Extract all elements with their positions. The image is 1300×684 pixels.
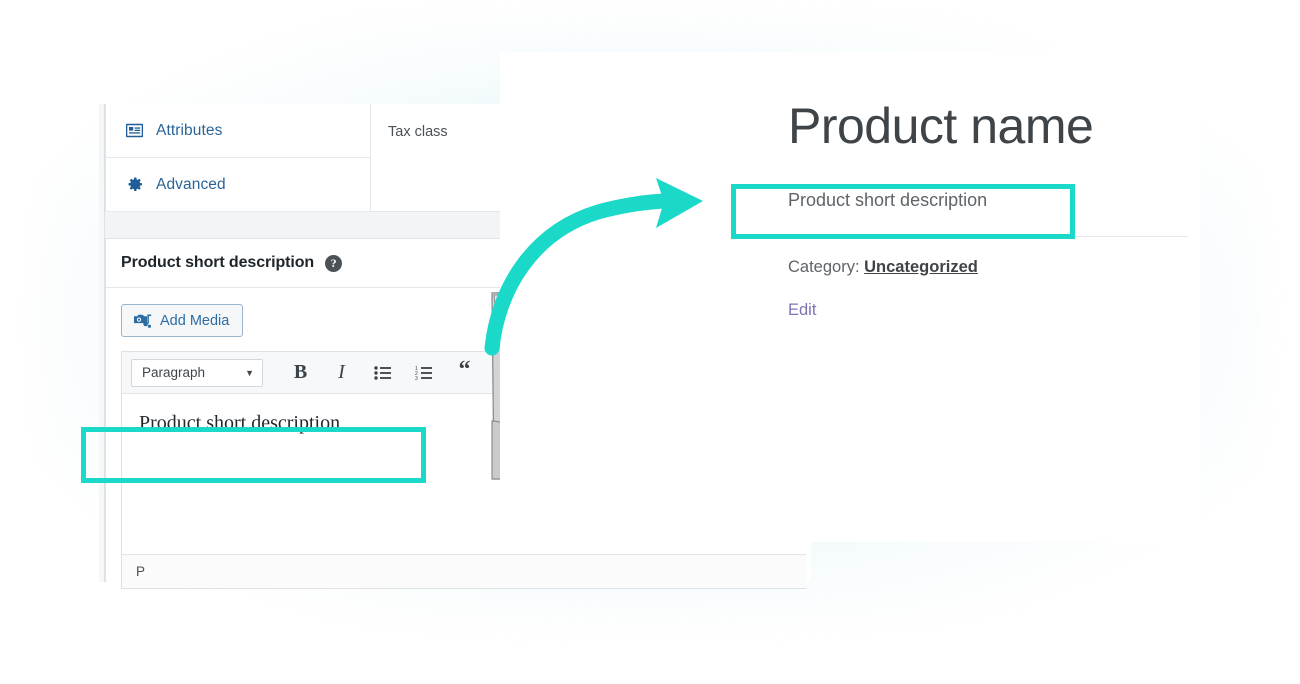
- category-line: Category: Uncategorized: [788, 258, 1200, 277]
- numbered-list-icon: 1 2 3: [415, 366, 432, 380]
- editor-path-value: P: [136, 564, 146, 579]
- sidebar-item-label-advanced: Advanced: [156, 175, 226, 193]
- attributes-icon: [126, 122, 143, 139]
- edit-link[interactable]: Edit: [788, 301, 816, 320]
- sidebar-item-label-attributes: Attributes: [156, 121, 223, 139]
- page-title: Product short description: [121, 254, 315, 271]
- svg-text:3: 3: [415, 376, 418, 380]
- content-divider: [788, 235, 1188, 237]
- gear-icon: [126, 176, 143, 193]
- add-media-button[interactable]: Add Media: [121, 304, 244, 337]
- product-data-tab-list: Attributes Advanced: [106, 104, 371, 212]
- tax-class-label: Tax class: [388, 124, 448, 140]
- editor-content-text: Product short description: [139, 412, 341, 434]
- category-link[interactable]: Uncategorized: [864, 258, 978, 276]
- add-media-label: Add Media: [160, 312, 230, 329]
- help-circle-icon[interactable]: ?: [325, 254, 343, 272]
- product-title: Product name: [788, 98, 1094, 154]
- storefront-short-description: Product short description: [788, 189, 988, 210]
- unordered-list-button[interactable]: [362, 358, 403, 388]
- format-select[interactable]: Paragraph ▼: [131, 358, 263, 387]
- sidebar-item-advanced[interactable]: Advanced: [106, 158, 370, 212]
- italic-button[interactable]: I: [321, 358, 362, 388]
- screenshot-stage: Attributes Advanced Tax class Product sh…: [0, 0, 1300, 684]
- bold-button[interactable]: B: [280, 358, 321, 388]
- editor-path-statusbar: P: [122, 554, 806, 588]
- sidebar-item-attributes[interactable]: Attributes: [106, 104, 370, 158]
- blockquote-button[interactable]: “: [444, 358, 485, 388]
- format-select-value: Paragraph: [142, 365, 206, 380]
- category-label: Category:: [788, 257, 860, 276]
- ordered-list-button[interactable]: 1 2 3: [403, 358, 444, 388]
- media-camera-note-icon: [133, 312, 152, 330]
- bullet-list-icon: [374, 365, 391, 380]
- storefront-content: Product name Product short description C…: [500, 52, 1200, 320]
- storefront-window: Product name Product short description C…: [500, 52, 1200, 542]
- chevron-down-icon: ▼: [245, 367, 254, 378]
